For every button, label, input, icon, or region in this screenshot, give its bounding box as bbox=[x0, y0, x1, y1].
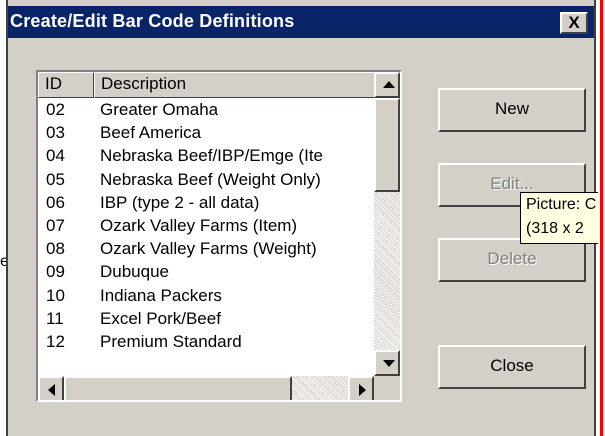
row-description: Nebraska Beef (Weight Only) bbox=[100, 169, 321, 189]
list-rows: 02 Greater Omaha 03 Beef America 04 Nebrask… bbox=[38, 98, 374, 353]
close-window-button[interactable]: X bbox=[560, 12, 588, 34]
list-item[interactable]: 09 Dubuque bbox=[38, 260, 374, 283]
arrow-left-icon bbox=[48, 384, 55, 396]
arrow-up-icon bbox=[383, 81, 395, 88]
row-description: Ozark Valley Farms (Item) bbox=[100, 215, 298, 235]
close-icon: X bbox=[568, 13, 580, 32]
row-id: 06 bbox=[46, 192, 65, 212]
row-id: 07 bbox=[46, 215, 65, 235]
list-item[interactable]: 07 Ozark Valley Farms (Item) bbox=[38, 214, 374, 237]
row-id: 11 bbox=[46, 308, 64, 328]
delete-button[interactable]: Delete bbox=[438, 238, 586, 282]
list-item[interactable]: 04 Nebraska Beef/IBP/Emge (Ite bbox=[38, 144, 374, 167]
row-id: 08 bbox=[46, 239, 65, 259]
list-header: ID Description bbox=[38, 72, 374, 98]
arrow-down-icon bbox=[383, 360, 395, 367]
column-header-id[interactable]: ID bbox=[38, 72, 94, 98]
row-description: Dubuque bbox=[100, 262, 170, 282]
row-id: 09 bbox=[46, 262, 65, 282]
column-header-description[interactable]: Description bbox=[94, 72, 374, 98]
row-description: Nebraska Beef/IBP/Emge (Ite bbox=[100, 146, 323, 166]
row-id: 10 bbox=[46, 285, 65, 305]
list-item[interactable]: 10 Indiana Packers bbox=[38, 284, 374, 307]
row-description: IBP (type 2 - all data) bbox=[100, 192, 260, 212]
list-item[interactable]: 03 Beef America bbox=[38, 121, 374, 144]
row-description: Beef America bbox=[100, 123, 202, 143]
picture-tooltip: Picture: C (318 x 2 bbox=[520, 192, 598, 244]
list-item[interactable]: 12 Premium Standard bbox=[38, 330, 374, 353]
row-id: 12 bbox=[46, 331, 65, 351]
row-description: Greater Omaha bbox=[100, 100, 219, 119]
vertical-scroll-track[interactable] bbox=[374, 192, 400, 350]
tooltip-line-1: Picture: C bbox=[526, 196, 597, 213]
row-id: 05 bbox=[46, 169, 65, 189]
scroll-right-button[interactable] bbox=[348, 376, 374, 400]
list-item[interactable]: 06 IBP (type 2 - all data) bbox=[38, 191, 374, 214]
row-id: 04 bbox=[46, 146, 65, 166]
scroll-up-button[interactable] bbox=[374, 72, 400, 98]
scroll-down-button[interactable] bbox=[374, 350, 400, 376]
window-title: Create/Edit Bar Code Definitions bbox=[10, 11, 295, 31]
horizontal-scroll-thumb[interactable] bbox=[64, 376, 292, 400]
title-bar[interactable]: Create/Edit Bar Code Definitions X bbox=[8, 6, 594, 38]
list-item[interactable]: 08 Ozark Valley Farms (Weight) bbox=[38, 237, 374, 260]
list-viewport: ID Description 02 Greater Omaha 03 Beef Am… bbox=[38, 72, 374, 376]
scrollbar-corner bbox=[374, 376, 400, 400]
horizontal-scroll-track[interactable] bbox=[292, 376, 348, 400]
arrow-right-icon bbox=[359, 384, 366, 396]
row-description: Ozark Valley Farms (Weight) bbox=[100, 239, 317, 259]
row-id: 03 bbox=[46, 123, 65, 143]
new-button[interactable]: New bbox=[438, 88, 586, 132]
list-item[interactable]: 05 Nebraska Beef (Weight Only) bbox=[38, 168, 374, 191]
horizontal-scrollbar[interactable] bbox=[38, 376, 374, 400]
row-description: Excel Pork/Beef bbox=[100, 308, 221, 328]
list-item[interactable]: 11 Excel Pork/Beef bbox=[38, 307, 374, 330]
scroll-left-button[interactable] bbox=[38, 376, 64, 400]
tooltip-line-2: (318 x 2 bbox=[526, 220, 584, 237]
close-button[interactable]: Close bbox=[438, 345, 586, 389]
row-description: Indiana Packers bbox=[100, 285, 222, 305]
definitions-list[interactable]: ID Description 02 Greater Omaha 03 Beef Am… bbox=[36, 70, 402, 402]
row-description: Premium Standard bbox=[100, 331, 242, 351]
vertical-scroll-thumb[interactable] bbox=[374, 98, 400, 192]
row-id: 02 bbox=[46, 100, 65, 119]
red-edge-line bbox=[600, 0, 603, 436]
list-item[interactable]: 02 Greater Omaha bbox=[38, 98, 374, 121]
vertical-scrollbar[interactable] bbox=[374, 72, 400, 376]
bar-code-definitions-dialog: Create/Edit Bar Code Definitions X ID De… bbox=[6, 0, 598, 436]
